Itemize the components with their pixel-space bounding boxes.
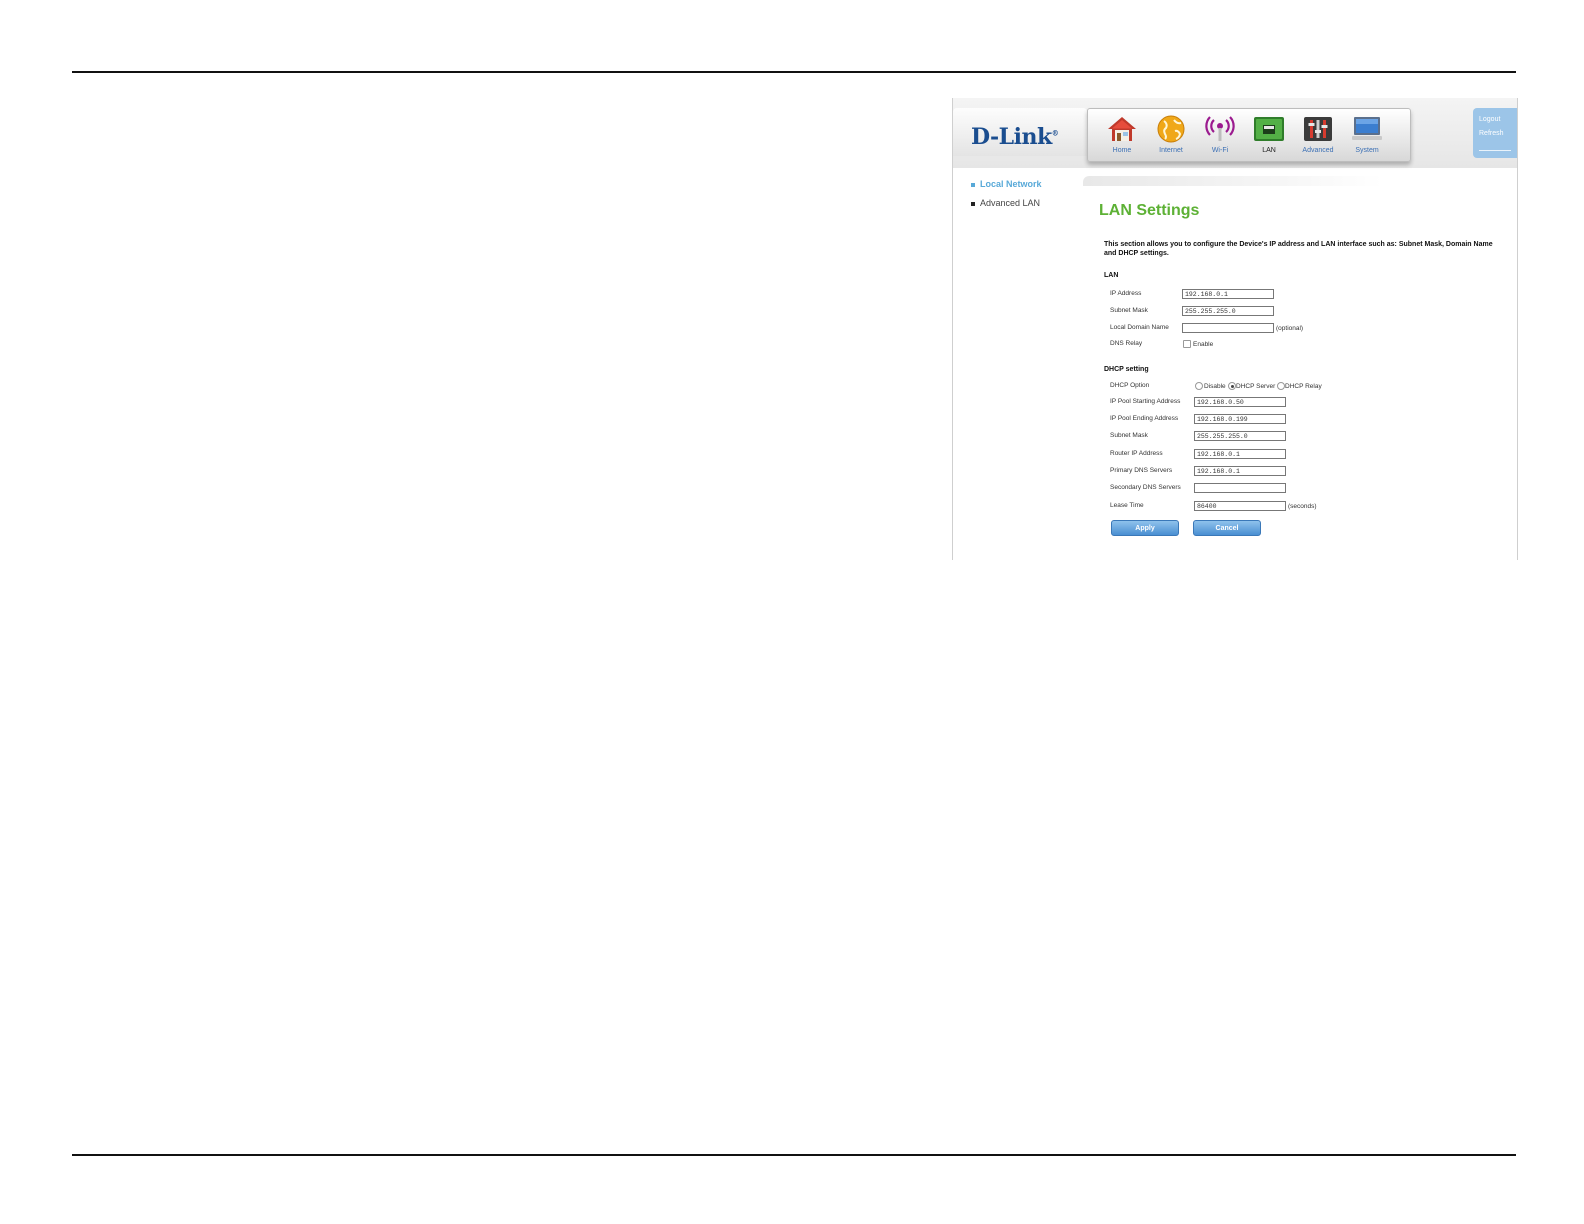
lan-section-heading: LAN xyxy=(1104,272,1119,279)
wifi-icon xyxy=(1205,116,1235,141)
subnet-mask-input[interactable]: 255.255.255.0 xyxy=(1182,306,1274,316)
nav-advanced[interactable]: Advanced xyxy=(1294,115,1342,154)
main-nav: Home Internet Wi-Fi LAN Advanced System xyxy=(1087,108,1411,162)
nav-wifi[interactable]: Wi-Fi xyxy=(1196,115,1244,154)
nav-lan-label: LAN xyxy=(1262,147,1276,154)
pool-end-input[interactable]: 192.168.0.199 xyxy=(1194,414,1286,424)
home-icon xyxy=(1108,117,1136,141)
cancel-button[interactable]: Cancel xyxy=(1193,520,1261,536)
lan-icon xyxy=(1254,117,1284,141)
dns-relay-enable-label: Enable xyxy=(1193,341,1214,348)
dhcp-section-heading: DHCP setting xyxy=(1104,366,1149,373)
dlink-logo: D-Link® xyxy=(971,124,1059,150)
dhcp-disable-radio[interactable] xyxy=(1195,382,1203,390)
dhcp-disable-label: Disable xyxy=(1204,383,1226,390)
dhcp-subnet-mask-input[interactable]: 255.255.255.0 xyxy=(1194,431,1286,441)
bullet-icon xyxy=(971,201,975,206)
page-title: LAN Settings xyxy=(1099,202,1200,219)
ip-address-input[interactable]: 192.168.0.1 xyxy=(1182,289,1274,299)
nav-home[interactable]: Home xyxy=(1098,115,1146,154)
nav-internet-label: Internet xyxy=(1159,147,1183,154)
apply-button[interactable]: Apply xyxy=(1111,520,1179,536)
content-header-strip xyxy=(1083,176,1383,186)
router-ip-label: Router IP Address xyxy=(1110,450,1163,457)
pool-start-label: IP Pool Starting Address xyxy=(1110,398,1181,405)
secondary-dns-label: Secondary DNS Servers xyxy=(1110,484,1181,491)
local-domain-input[interactable] xyxy=(1182,323,1274,333)
dns-relay-label: DNS Relay xyxy=(1110,340,1143,347)
nav-system-label: System xyxy=(1355,147,1379,154)
dhcp-relay-radio[interactable] xyxy=(1277,382,1285,390)
router-ip-input[interactable]: 192.168.0.1 xyxy=(1194,449,1286,459)
logout-link[interactable]: Logout xyxy=(1479,116,1500,123)
nav-system[interactable]: System xyxy=(1343,115,1391,154)
monitor-icon xyxy=(1352,117,1382,140)
top-rule xyxy=(72,71,1516,73)
nav-internet[interactable]: Internet xyxy=(1147,115,1195,154)
dhcp-server-label: DHCP Server xyxy=(1236,383,1276,390)
sidebar-item-local-network[interactable]: Local Network xyxy=(971,179,1042,189)
lease-time-label: Lease Time xyxy=(1110,502,1144,509)
dhcp-server-radio[interactable] xyxy=(1228,382,1236,390)
dhcp-option-label: DHCP Option xyxy=(1110,382,1150,389)
nav-advanced-label: Advanced xyxy=(1302,147,1334,154)
top-links-divider xyxy=(1479,150,1511,151)
pool-start-input[interactable]: 192.168.0.50 xyxy=(1194,397,1286,407)
dhcp-subnet-mask-label: Subnet Mask xyxy=(1110,432,1148,439)
nav-home-label: Home xyxy=(1112,147,1132,154)
intro-text: This section allows you to configure the… xyxy=(1104,241,1493,257)
dns-relay-checkbox[interactable] xyxy=(1183,340,1191,348)
domain-optional-note: (optional) xyxy=(1276,325,1304,332)
local-domain-label: Local Domain Name xyxy=(1110,324,1169,331)
primary-dns-input[interactable]: 192.168.0.1 xyxy=(1194,466,1286,476)
refresh-link[interactable]: Refresh xyxy=(1479,130,1504,137)
dhcp-relay-label: DHCP Relay xyxy=(1285,383,1322,390)
globe-icon xyxy=(1157,115,1185,143)
nav-lan[interactable]: LAN xyxy=(1245,115,1293,154)
bottom-rule xyxy=(72,1154,1516,1156)
sidebar-item-advanced-lan[interactable]: Advanced LAN xyxy=(971,198,1040,208)
tools-icon xyxy=(1304,117,1332,141)
bullet-icon xyxy=(971,182,975,187)
lease-time-input[interactable]: 86400 xyxy=(1194,501,1286,511)
primary-dns-label: Primary DNS Servers xyxy=(1110,467,1173,474)
sidebar-item-label: Advanced LAN xyxy=(980,198,1041,208)
subnet-mask-label: Subnet Mask xyxy=(1110,307,1148,314)
top-links-panel: Logout Refresh xyxy=(1473,108,1517,158)
sidebar-item-label: Local Network xyxy=(980,179,1042,189)
secondary-dns-input[interactable] xyxy=(1194,483,1286,493)
router-ui-screenshot: D-Link® Home Internet Wi-Fi LAN Advanced… xyxy=(952,98,1518,560)
lease-seconds-note: (seconds) xyxy=(1288,503,1317,510)
nav-wifi-label: Wi-Fi xyxy=(1211,147,1229,154)
pool-end-label: IP Pool Ending Address xyxy=(1110,415,1179,422)
ip-address-label: IP Address xyxy=(1110,290,1142,297)
